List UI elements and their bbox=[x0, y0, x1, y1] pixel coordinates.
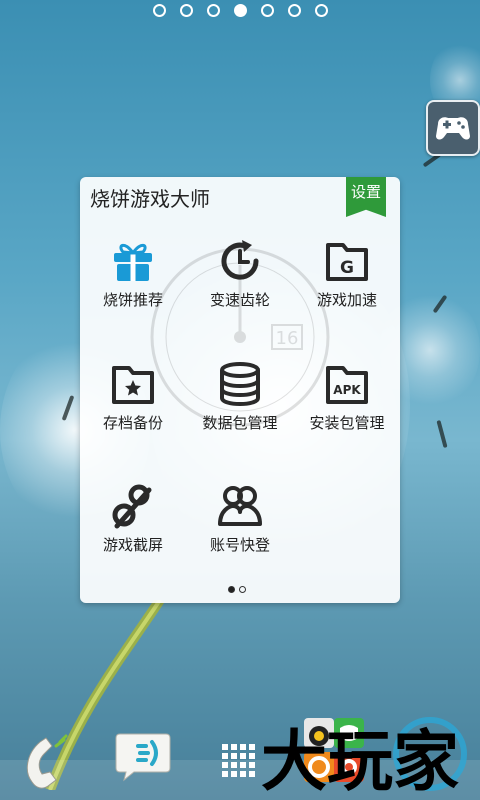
game-master-widget: 16 烧饼游戏大师 设置 烧饼推荐 变速齿轮 G 游戏加速 存档备份 数据包管理… bbox=[80, 177, 400, 603]
grid-item-label: 安装包管理 bbox=[309, 414, 385, 432]
grid-item-account-login[interactable]: 账号快登 bbox=[187, 482, 293, 555]
page-dot bbox=[314, 4, 328, 17]
messaging-app-icon[interactable] bbox=[112, 732, 174, 782]
apk-icon: APK bbox=[326, 366, 368, 404]
grid-item-data-pack[interactable]: 数据包管理 bbox=[187, 360, 293, 433]
grid-item-recommend[interactable]: 烧饼推荐 bbox=[80, 237, 186, 310]
account-icon bbox=[218, 486, 262, 526]
phone-app-icon[interactable] bbox=[20, 732, 74, 792]
grid-item-label: 烧饼推荐 bbox=[102, 291, 163, 309]
screenshot-icon bbox=[112, 484, 152, 529]
database-icon bbox=[220, 362, 260, 406]
grid-item-label: 账号快登 bbox=[209, 536, 270, 554]
svg-text:APK: APK bbox=[333, 383, 361, 397]
wallpaper-seed bbox=[436, 419, 448, 449]
grid-item-speed-gear[interactable]: 变速齿轮 bbox=[187, 237, 293, 310]
settings-button[interactable]: 设置 bbox=[346, 177, 386, 217]
page-dot bbox=[152, 4, 166, 17]
page-dot bbox=[179, 4, 193, 17]
grid-item-screenshot[interactable]: 游戏截屏 bbox=[80, 482, 186, 555]
folder-g-icon: G bbox=[326, 243, 368, 281]
widget-page-indicator bbox=[228, 586, 246, 593]
watermark-text: 大玩家 bbox=[261, 723, 459, 800]
grid-item-label: 数据包管理 bbox=[202, 414, 278, 432]
messaging-icon bbox=[115, 733, 171, 782]
widget-page-dot bbox=[239, 586, 246, 593]
game-controller-app-icon[interactable] bbox=[426, 100, 480, 156]
phone-icon bbox=[26, 734, 68, 789]
grid-item-apk-manager[interactable]: APK 安装包管理 bbox=[294, 360, 400, 433]
widget-title: 烧饼游戏大师 bbox=[90, 187, 210, 211]
widget-page-dot bbox=[228, 586, 235, 593]
grid-item-label: 变速齿轮 bbox=[209, 291, 270, 309]
page-dot bbox=[233, 4, 247, 17]
home-page-indicator bbox=[0, 4, 480, 20]
watermark-logo: 大玩家 bbox=[261, 717, 467, 800]
svg-text:G: G bbox=[340, 258, 354, 278]
folder-star-icon bbox=[112, 366, 154, 404]
grid-item-label: 游戏加速 bbox=[316, 291, 377, 309]
grid-item-game-boost[interactable]: G 游戏加速 bbox=[294, 237, 400, 310]
grid-item-label: 游戏截屏 bbox=[102, 536, 163, 554]
page-dot bbox=[287, 4, 301, 17]
clock-date: 16 bbox=[276, 328, 299, 349]
page-dot bbox=[206, 4, 220, 17]
grid-item-save-backup[interactable]: 存档备份 bbox=[80, 360, 186, 433]
gamepad-icon bbox=[436, 117, 470, 140]
gift-icon bbox=[114, 243, 152, 281]
page-dot bbox=[260, 4, 274, 17]
grid-item-label: 存档备份 bbox=[102, 414, 163, 432]
speed-clock-icon bbox=[221, 240, 259, 280]
